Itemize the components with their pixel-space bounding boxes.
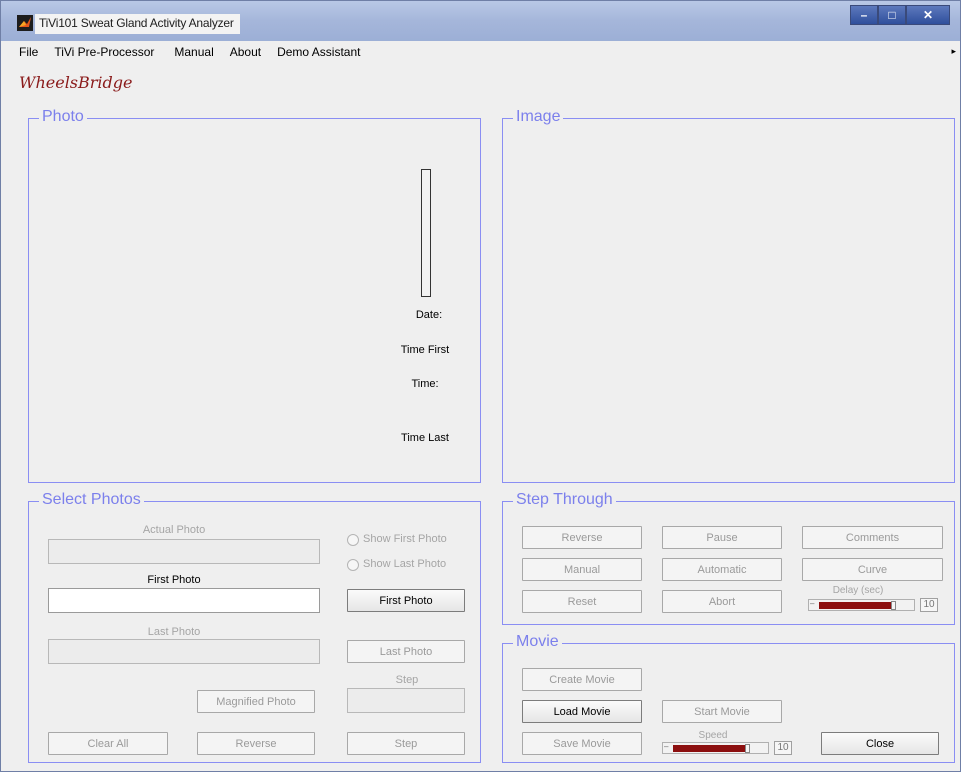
show-last-photo-radio[interactable] — [347, 559, 359, 571]
matlab-app-icon — [17, 15, 33, 31]
actual-photo-field[interactable] — [48, 539, 320, 564]
delay-slider-left-arrow[interactable]: – — [810, 599, 814, 608]
reverse-step-button[interactable]: Reverse — [522, 526, 642, 549]
menu-manual[interactable]: Manual — [166, 45, 221, 59]
last-photo-field[interactable] — [48, 639, 320, 664]
speed-slider-knob[interactable] — [745, 744, 750, 753]
step-through-panel: Step Through Reverse Pause Comments Manu… — [502, 491, 955, 625]
speed-value: 10 — [774, 741, 792, 755]
comments-button[interactable]: Comments — [802, 526, 943, 549]
minimize-button[interactable]: – — [850, 5, 878, 25]
speed-slider[interactable]: – — [662, 742, 769, 754]
speed-label: Speed — [698, 730, 728, 741]
automatic-button[interactable]: Automatic — [662, 558, 782, 581]
image-panel: Image — [502, 108, 955, 483]
delay-slider[interactable]: – — [808, 599, 915, 611]
first-photo-label: First Photo — [147, 574, 201, 586]
menu-file[interactable]: File — [9, 45, 46, 59]
reverse-select-button[interactable]: Reverse — [197, 732, 315, 755]
time-last-label: Time Last — [401, 432, 449, 444]
movie-title: Movie — [513, 633, 562, 651]
start-movie-button[interactable]: Start Movie — [662, 700, 782, 723]
date-label: Date: — [415, 309, 443, 321]
app-window: TiVi101 Sweat Gland Activity Analyzer – … — [0, 0, 961, 772]
menu-bar: File TiVi Pre-Processor Manual About Dem… — [9, 41, 960, 63]
save-movie-button[interactable]: Save Movie — [522, 732, 642, 755]
delay-value: 10 — [920, 598, 938, 612]
movie-panel: Movie Create Movie Load Movie Start Movi… — [502, 633, 955, 763]
menu-tivi-preprocessor[interactable]: TiVi Pre-Processor — [46, 45, 162, 59]
delay-slider-knob[interactable] — [891, 601, 896, 610]
step-label: Step — [395, 674, 419, 686]
photo-panel: Photo Date: Time First Time: Time Last — [28, 108, 481, 483]
speed-slider-left-arrow[interactable]: – — [664, 742, 668, 751]
step-button[interactable]: Step — [347, 732, 465, 755]
curve-button[interactable]: Curve — [802, 558, 943, 581]
menu-overflow-icon[interactable]: ▸ — [951, 46, 956, 57]
select-photos-title: Select Photos — [39, 491, 144, 509]
delay-slider-track — [819, 602, 891, 609]
step-through-title: Step Through — [513, 491, 616, 509]
time-label: Time: — [411, 378, 439, 390]
manual-button[interactable]: Manual — [522, 558, 642, 581]
maximize-button[interactable]: □ — [878, 5, 906, 25]
pause-button[interactable]: Pause — [662, 526, 782, 549]
close-window-button[interactable]: ✕ — [906, 5, 950, 25]
image-panel-title: Image — [513, 108, 564, 126]
first-photo-field[interactable] — [48, 588, 320, 613]
actual-photo-label: Actual Photo — [142, 524, 206, 536]
logo: WheelsBridge — [19, 73, 133, 92]
show-first-photo-label[interactable]: Show First Photo — [363, 533, 463, 545]
photo-panel-title: Photo — [39, 108, 87, 126]
menu-about[interactable]: About — [222, 45, 269, 59]
clear-all-button[interactable]: Clear All — [48, 732, 168, 755]
reset-button[interactable]: Reset — [522, 590, 642, 613]
load-movie-button[interactable]: Load Movie — [522, 700, 642, 723]
close-icon: ✕ — [922, 8, 934, 22]
menu-demo-assistant[interactable]: Demo Assistant — [269, 45, 368, 59]
close-button[interactable]: Close — [821, 732, 939, 755]
show-last-photo-label[interactable]: Show Last Photo — [363, 558, 463, 570]
photo-bar — [421, 169, 431, 297]
select-photos-panel: Select Photos Actual Photo First Photo L… — [28, 491, 481, 763]
last-photo-button[interactable]: Last Photo — [347, 640, 465, 663]
magnified-photo-button[interactable]: Magnified Photo — [197, 690, 315, 713]
show-first-photo-radio[interactable] — [347, 534, 359, 546]
first-photo-button[interactable]: First Photo — [347, 589, 465, 612]
abort-button[interactable]: Abort — [662, 590, 782, 613]
window-title: TiVi101 Sweat Gland Activity Analyzer — [35, 14, 240, 34]
window-controls: – □ ✕ — [850, 5, 950, 27]
time-first-label: Time First — [400, 344, 450, 356]
title-bar[interactable]: TiVi101 Sweat Gland Activity Analyzer – … — [1, 1, 960, 41]
last-photo-label: Last Photo — [147, 626, 201, 638]
speed-slider-track — [673, 745, 745, 752]
minimize-icon: – — [860, 8, 868, 22]
create-movie-button[interactable]: Create Movie — [522, 668, 642, 691]
delay-label: Delay (sec) — [832, 585, 884, 596]
step-field[interactable] — [347, 688, 465, 713]
maximize-icon: □ — [888, 8, 896, 22]
